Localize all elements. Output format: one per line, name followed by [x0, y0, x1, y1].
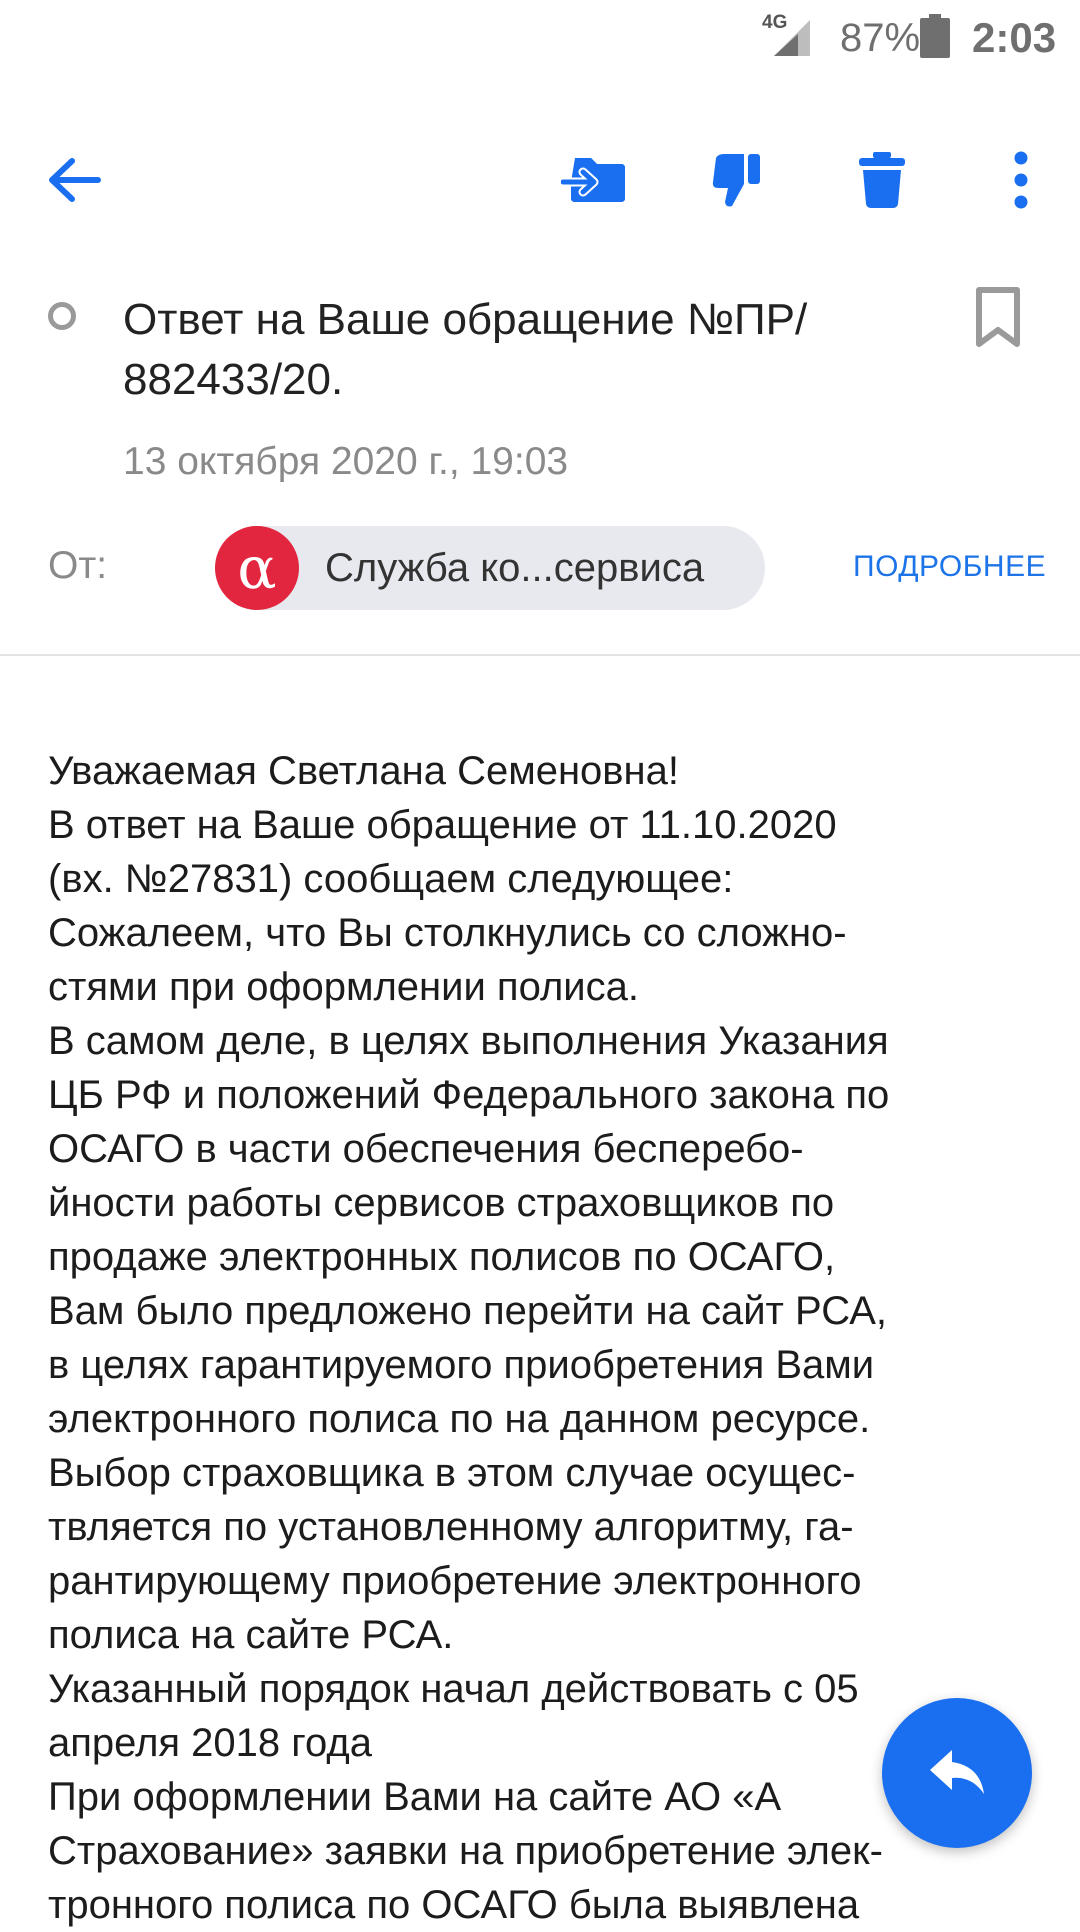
status-bar: 4G 87% 2:03 [0, 0, 1080, 76]
back-arrow-icon [49, 158, 101, 202]
battery-icon [920, 14, 950, 58]
body-line: Указанный порядок начал действовать с 05 [48, 1667, 859, 1711]
message-date: 13 октября 2020 г., 19:03 [123, 440, 569, 483]
body-line: Выбор страховщика в этом случае осущес- [48, 1451, 856, 1495]
details-link[interactable]: ПОДРОБНЕЕ [853, 550, 1046, 584]
more-options-button[interactable] [981, 140, 1061, 220]
thumbs-down-icon [712, 154, 760, 207]
spam-button[interactable] [698, 140, 778, 220]
unread-toggle[interactable] [48, 302, 76, 330]
sender-chip[interactable]: α Служба ко...сервиса [215, 526, 765, 610]
more-vert-icon [1014, 151, 1028, 209]
body-line: полиса на сайте РСА. [48, 1613, 454, 1657]
reply-button[interactable] [882, 1698, 1032, 1848]
body-line: Уважаемая Светлана Семеновна! [48, 749, 679, 793]
move-to-folder-icon [561, 158, 625, 202]
header-divider [0, 654, 1080, 656]
trash-icon [859, 152, 905, 208]
body-line: ОСАГО в части обеспечения бесперебо- [48, 1127, 804, 1171]
move-to-folder-button[interactable] [554, 140, 634, 220]
body-line: рантирующему приобретение электронного [48, 1559, 862, 1603]
body-line: йности работы сервисов страховщиков по [48, 1181, 835, 1225]
body-line: продаже электронных полисов по ОСАГО, [48, 1235, 836, 1279]
body-line: (вх. №27831) сообщаем следующее: [48, 857, 734, 901]
body-line: В ответ на Ваше обращение от 11.10.2020 [48, 803, 837, 847]
body-line: Сожалеем, что Вы столкнулись со сложно- [48, 911, 847, 955]
bookmark-icon[interactable] [973, 286, 1023, 350]
sender-name: Служба ко...сервиса [325, 545, 705, 590]
subject-line: Ответ на Ваше обращение №ПР/ [123, 295, 808, 344]
delete-button[interactable] [842, 140, 922, 220]
body-line: электронного полиса по на данном ресурсе… [48, 1397, 871, 1441]
message-toolbar [0, 140, 1080, 220]
body-line: ЦБ РФ и положений Федерального закона по [48, 1073, 890, 1117]
back-button[interactable] [34, 140, 114, 220]
body-line: Страхование» заявки на приобретение элек… [48, 1829, 883, 1873]
body-line: В самом деле, в целях выполнения Указани… [48, 1019, 889, 1063]
message-subject: Ответ на Ваше обращение №ПР/ 882433/20. [123, 290, 923, 410]
body-line: Вам было предложено перейти на сайт РСА, [48, 1289, 888, 1333]
subject-line: 882433/20. [123, 355, 344, 404]
clock: 2:03 [972, 14, 1057, 61]
from-label: От: [48, 544, 108, 587]
body-line: тронного полиса по ОСАГО была выявлена [48, 1883, 860, 1927]
reply-icon [930, 1750, 984, 1794]
body-line: в целях гарантируемого приобретения Вами [48, 1343, 875, 1387]
sender-avatar: α [215, 526, 299, 610]
from-row: От: α Служба ко...сервиса ПОДРОБНЕЕ [0, 526, 1080, 610]
body-line: твляется по установленному алгоритму, га… [48, 1505, 854, 1549]
sender-logo: α [221, 532, 293, 604]
battery-percent: 87% [840, 16, 921, 60]
body-line: стями при оформлении полиса. [48, 965, 639, 1009]
signal-icon: 4G [760, 12, 818, 58]
